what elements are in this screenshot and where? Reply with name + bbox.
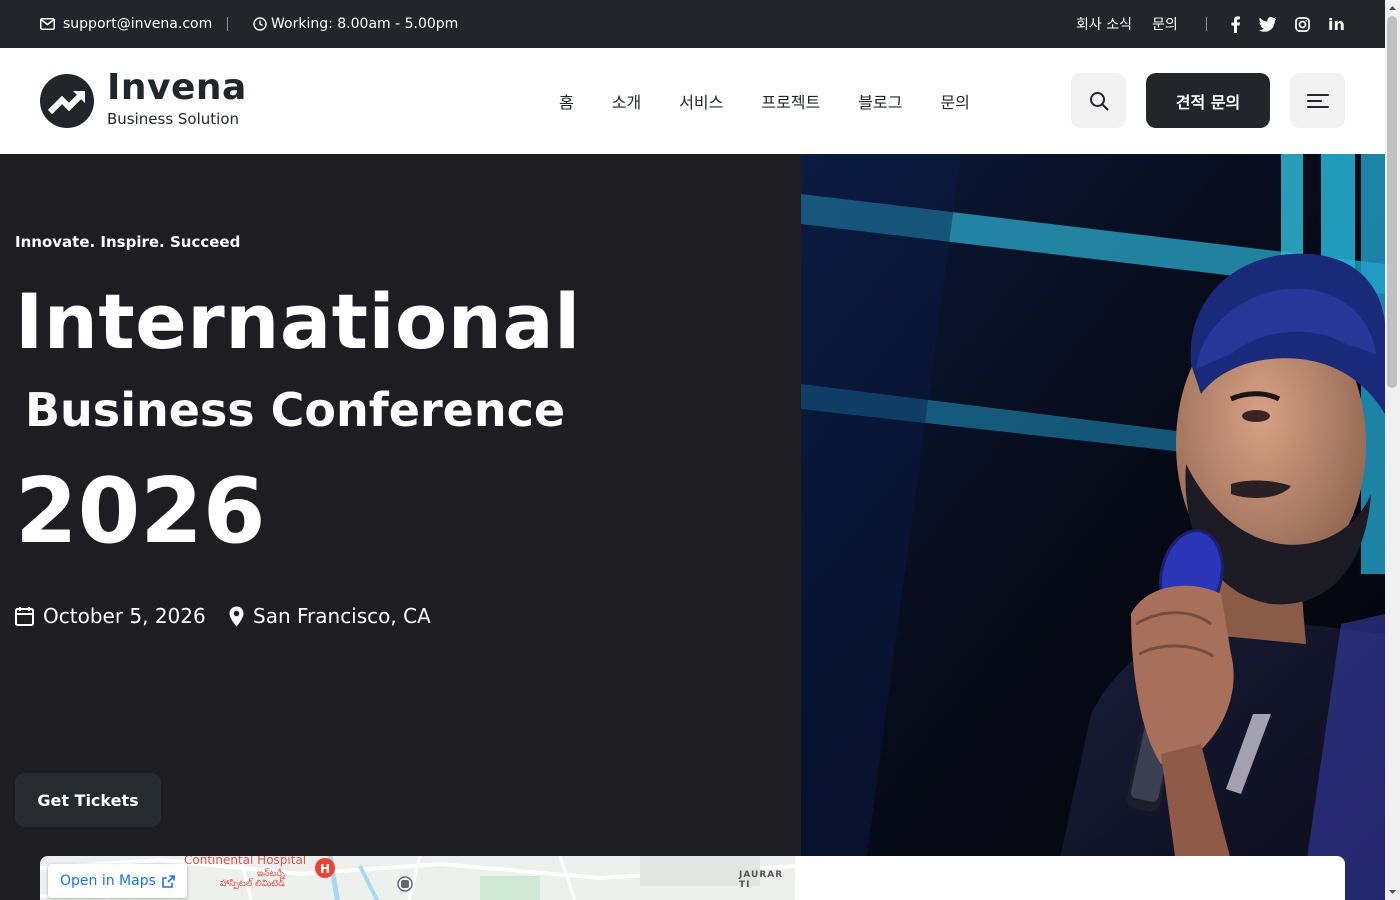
working-hours: Working: 8.00am - 5.00pm (253, 0, 458, 48)
top-link-news[interactable]: 회사 소식 (1076, 14, 1132, 34)
hero-section: Innovate. Inspire. Succeed International… (0, 154, 1385, 900)
map-label-area: JAURAR TI (739, 870, 784, 890)
brand-name[interactable]: Invena (107, 70, 247, 106)
get-tickets-button[interactable]: Get Tickets (15, 773, 161, 827)
clock-icon (253, 17, 267, 31)
event-date-text: October 5, 2026 (43, 604, 206, 628)
search-icon (1089, 91, 1108, 110)
svg-text:H: H (320, 862, 330, 876)
map-label-hospital-local: ఇన్‌టర్నే హాస్పిటల్ లిమిటెడ్ (220, 869, 285, 890)
nav-about[interactable]: 소개 (593, 89, 660, 113)
linkedin-icon[interactable]: in (1328, 15, 1345, 34)
email-contact[interactable]: support@invena.com (40, 0, 212, 48)
event-date: October 5, 2026 (15, 601, 206, 631)
page-scrollbar[interactable] (1385, 0, 1400, 900)
scroll-thumb[interactable] (1387, 16, 1397, 388)
external-link-icon (162, 874, 175, 888)
divider (227, 17, 228, 31)
top-links: 회사 소식 문의 (1076, 0, 1178, 48)
brand-logo-icon[interactable] (40, 74, 94, 128)
site-header: Invena Business Solution 홈 소개 서비스 프로젝트 블… (0, 48, 1385, 154)
nav-contact[interactable]: 문의 (921, 89, 988, 113)
nav-projects[interactable]: 프로젝트 (742, 89, 839, 113)
top-link-contact[interactable]: 문의 (1152, 14, 1178, 34)
email-text: support@invena.com (63, 16, 213, 32)
social-links: in (1230, 0, 1345, 48)
open-in-maps-link[interactable]: Open in Maps (48, 864, 187, 898)
hero-title-line-2: Business Conference (25, 383, 566, 437)
hero-title-line-1: International (15, 277, 581, 366)
scroll-up-arrow-icon[interactable] (1385, 2, 1400, 14)
event-location: San Francisco, CA (229, 601, 431, 631)
calendar-icon (15, 607, 34, 626)
brand-tagline: Business Solution (107, 110, 240, 128)
quote-request-button[interactable]: 견적 문의 (1146, 73, 1270, 128)
mail-icon (40, 18, 55, 30)
map-canvas[interactable]: H Open in Maps Continental Hospital ఇన్‌… (40, 856, 795, 900)
hamburger-menu-icon (1306, 93, 1329, 108)
nav-home[interactable]: 홈 (540, 89, 593, 113)
working-hours-text: Working: 8.00am - 5.00pm (271, 16, 459, 32)
search-button[interactable] (1071, 73, 1126, 128)
nav-blog[interactable]: 블로그 (839, 89, 921, 113)
map-label-hospital: Continental Hospital (184, 856, 307, 867)
hero-tagline: Innovate. Inspire. Succeed (15, 233, 241, 251)
instagram-icon[interactable] (1295, 16, 1310, 32)
open-in-maps-label: Open in Maps (60, 873, 156, 889)
top-info-bar: support@invena.com Working: 8.00am - 5.0… (0, 0, 1385, 48)
nav-services[interactable]: 서비스 (660, 89, 742, 113)
main-nav: 홈 소개 서비스 프로젝트 블로그 문의 (540, 48, 989, 154)
event-location-text: San Francisco, CA (253, 604, 431, 628)
map-label-hospital-local-2: హాస్పిటల్ లిమిటెడ్ (220, 878, 285, 889)
menu-button[interactable] (1290, 73, 1345, 128)
hero-title-line-3: 2026 (15, 459, 266, 564)
divider (1206, 17, 1207, 31)
speaker-photo (801, 154, 1385, 900)
map-embed: H Open in Maps Continental Hospital ఇన్‌… (40, 856, 1345, 900)
facebook-icon[interactable] (1230, 15, 1241, 33)
twitter-icon[interactable] (1259, 16, 1277, 32)
location-pin-icon (229, 606, 244, 626)
scroll-down-arrow-icon[interactable] (1385, 886, 1400, 898)
